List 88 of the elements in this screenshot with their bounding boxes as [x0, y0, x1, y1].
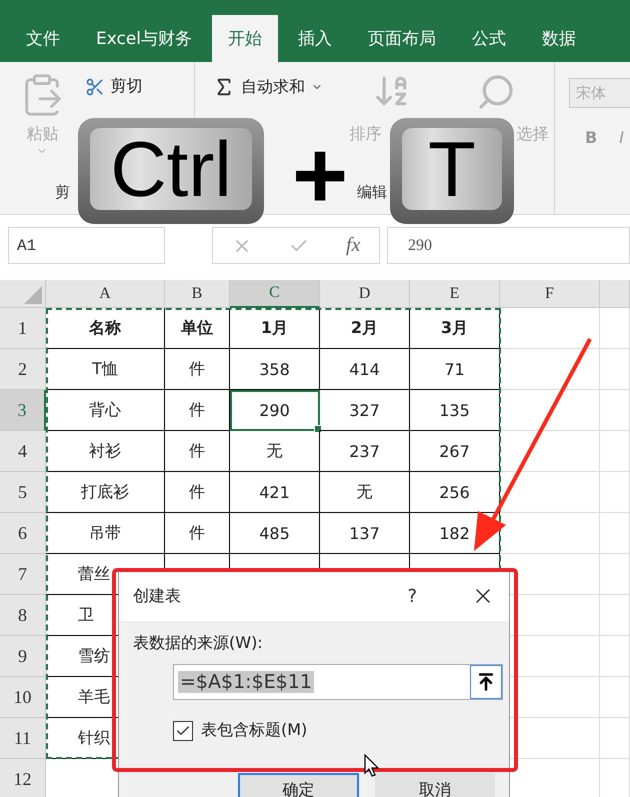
table-cell: 421: [230, 472, 320, 513]
collapse-button[interactable]: [470, 665, 502, 699]
column-header[interactable]: C: [230, 280, 320, 308]
table-cell: 打底衫: [46, 472, 165, 513]
autosum-button[interactable]: 自动求和: [213, 76, 323, 98]
autosum-label: 自动求和: [241, 76, 305, 98]
keycap: T: [390, 118, 514, 224]
ribbon-tab[interactable]: 文件: [10, 15, 76, 62]
column-header[interactable]: F: [500, 280, 600, 308]
ribbon-tab[interactable]: Excel与财务: [80, 15, 208, 62]
dialog-button[interactable]: 确定: [238, 773, 358, 797]
ribbon-tab[interactable]: 数据: [526, 15, 592, 62]
table-cell: 327: [320, 390, 410, 431]
help-button[interactable]: ?: [403, 586, 421, 606]
ribbon-tab[interactable]: 页面布局: [352, 15, 452, 62]
table-cell: 137: [320, 513, 410, 554]
grid-cell: [600, 554, 630, 595]
checkbox-label[interactable]: 表包含标题(M): [201, 720, 308, 741]
upload-arrow-icon: [476, 672, 496, 692]
table-cell: 衬衫: [46, 431, 165, 472]
ribbon-tab[interactable]: 公式: [456, 15, 522, 62]
table-cell: 71: [410, 349, 500, 390]
table-cell: 件: [165, 472, 230, 513]
table-cell: 290: [230, 390, 320, 431]
table-cell: 414: [320, 349, 410, 390]
keycap: Ctrl: [78, 118, 264, 224]
row-header[interactable]: 5: [0, 472, 46, 513]
cut-label: 剪切: [110, 76, 143, 97]
formula-field[interactable]: 290: [387, 227, 630, 264]
table-cell: 无: [320, 472, 410, 513]
row-header[interactable]: 12: [0, 759, 46, 797]
grid-cell: [600, 390, 630, 431]
grid-cell: [600, 349, 630, 390]
table-cell: 件: [165, 431, 230, 472]
ribbon-tab[interactable]: 开始: [212, 15, 278, 62]
checkbox[interactable]: [173, 720, 193, 740]
table-cell: 件: [165, 390, 230, 431]
row-header[interactable]: 1: [0, 308, 46, 349]
table-cell: 吊带: [46, 513, 165, 554]
scissors-icon: [84, 76, 105, 96]
grid-cell: [600, 595, 630, 636]
table-cell: 单位: [165, 308, 230, 349]
row-header[interactable]: 2: [0, 349, 46, 390]
table-cell: 135: [410, 390, 500, 431]
column-header[interactable]: E: [410, 280, 500, 308]
table-cell: 2月: [320, 308, 410, 349]
group-label: 剪: [54, 183, 70, 203]
table-cell: 无: [230, 431, 320, 472]
table-cell: 267: [410, 431, 500, 472]
ribbon-tab[interactable]: 插入: [282, 15, 348, 62]
column-header[interactable]: B: [165, 280, 230, 308]
insert-function-button[interactable]: fx: [346, 234, 360, 257]
table-cell: 3月: [410, 308, 500, 349]
row-header[interactable]: 4: [0, 431, 46, 472]
table-cell: 485: [230, 513, 320, 554]
source-field[interactable]: =$A$1:$E$11: [173, 664, 503, 700]
grid-cell: [600, 677, 630, 718]
column-header[interactable]: D: [320, 280, 410, 308]
row-header[interactable]: 10: [0, 677, 46, 718]
column-header[interactable]: A: [46, 280, 165, 308]
row-header[interactable]: 7: [0, 554, 46, 595]
table-cell: 名称: [46, 308, 165, 349]
table-cell: 件: [165, 349, 230, 390]
table-cell: 358: [230, 349, 320, 390]
table-cell: 256: [410, 472, 500, 513]
grid-cell: [600, 472, 630, 513]
grid-cell: [600, 636, 630, 677]
row-header[interactable]: 6: [0, 513, 46, 554]
grid-cell: [600, 431, 630, 472]
row-header[interactable]: 11: [0, 718, 46, 759]
row-header[interactable]: 8: [0, 595, 46, 636]
table-cell: 件: [165, 513, 230, 554]
cursor-icon: [364, 754, 380, 778]
table-cell: 背心: [46, 390, 165, 431]
column-header[interactable]: [600, 280, 630, 308]
table-cell: 1月: [230, 308, 320, 349]
cut-button[interactable]: 剪切: [84, 76, 143, 97]
table-cell: T恤: [46, 349, 165, 390]
table-cell: 237: [320, 431, 410, 472]
grid-cell: [600, 513, 630, 554]
dialog-button[interactable]: 取消: [374, 773, 495, 797]
row-header[interactable]: 3: [0, 390, 46, 431]
plus-sign: +: [292, 128, 348, 224]
row-header[interactable]: 9: [0, 636, 46, 677]
grid-cell: [600, 308, 630, 349]
grid-cell: [600, 718, 630, 759]
name-box[interactable]: A1: [8, 227, 165, 264]
group-label: 编辑: [356, 183, 387, 203]
